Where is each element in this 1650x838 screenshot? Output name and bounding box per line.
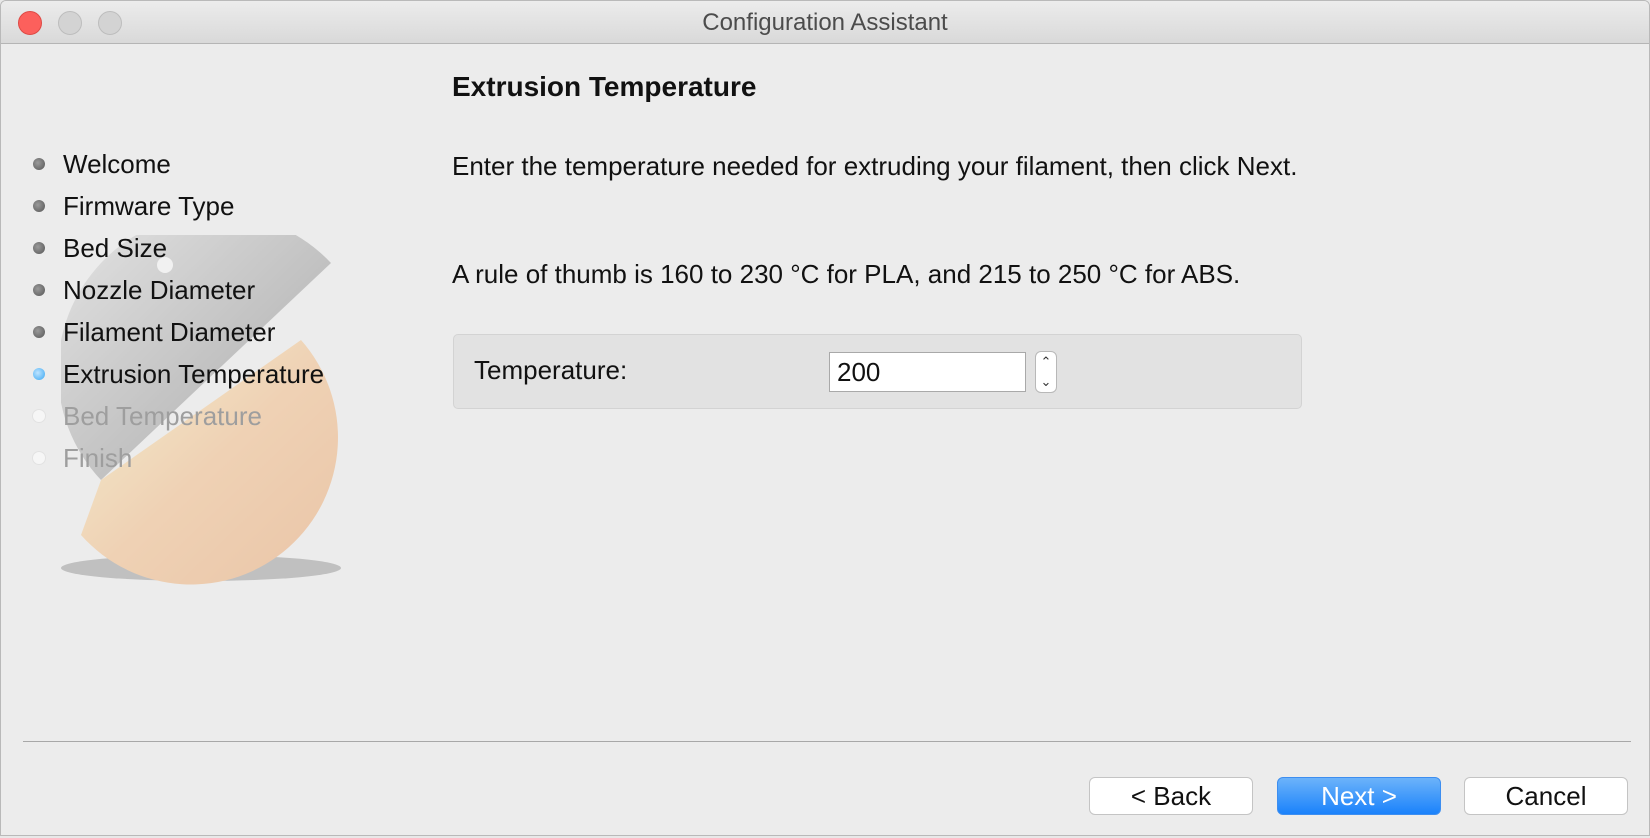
step-bed-temperature: Bed Temperature <box>29 395 324 437</box>
step-dot-pending-icon <box>33 452 45 464</box>
step-firmware-type: Firmware Type <box>29 185 324 227</box>
step-dot-icon <box>33 326 45 338</box>
step-dot-icon <box>33 242 45 254</box>
step-label: Welcome <box>63 149 171 179</box>
page-heading: Extrusion Temperature <box>452 71 757 102</box>
step-label: Nozzle Diameter <box>63 275 256 305</box>
step-label: Extrusion Temperature <box>63 359 325 389</box>
footer-separator <box>23 741 1631 742</box>
temperature-group: Temperature: ⌃ ⌄ <box>453 334 1302 409</box>
back-button[interactable]: < Back <box>1089 777 1253 815</box>
step-label: Bed Temperature <box>63 401 262 431</box>
configuration-assistant-window: Configuration Assistant Welcome Firmware… <box>0 0 1650 836</box>
step-dot-icon <box>33 284 45 296</box>
cancel-button[interactable]: Cancel <box>1464 777 1628 815</box>
instruction-text: Enter the temperature needed for extrudi… <box>452 151 1298 181</box>
temperature-input[interactable] <box>829 352 1026 392</box>
step-finish: Finish <box>29 437 324 479</box>
temperature-stepper[interactable]: ⌃ ⌄ <box>1035 351 1057 393</box>
steps-list: Welcome Firmware Type Bed Size Nozzle Di… <box>29 143 324 479</box>
step-label: Firmware Type <box>63 191 235 221</box>
step-label: Bed Size <box>63 233 168 263</box>
step-dot-icon <box>33 200 45 212</box>
chevron-down-icon[interactable]: ⌄ <box>1036 372 1056 392</box>
rule-of-thumb-text: A rule of thumb is 160 to 230 °C for PLA… <box>452 259 1241 289</box>
step-welcome: Welcome <box>29 143 324 185</box>
step-bed-size: Bed Size <box>29 227 324 269</box>
window-title: Configuration Assistant <box>702 9 948 36</box>
step-label: Filament Diameter <box>63 317 276 347</box>
step-label: Finish <box>63 443 133 473</box>
title-bar[interactable]: Configuration Assistant <box>1 1 1649 44</box>
step-dot-pending-icon <box>33 410 45 422</box>
temperature-label: Temperature: <box>474 355 628 385</box>
chevron-up-icon[interactable]: ⌃ <box>1036 352 1056 372</box>
step-extrusion-temperature: Extrusion Temperature <box>29 353 324 395</box>
step-filament-diameter: Filament Diameter <box>29 311 324 353</box>
step-nozzle-diameter: Nozzle Diameter <box>29 269 324 311</box>
step-dot-active-icon <box>33 368 45 380</box>
next-button[interactable]: Next > <box>1277 777 1441 815</box>
step-dot-icon <box>33 158 45 170</box>
